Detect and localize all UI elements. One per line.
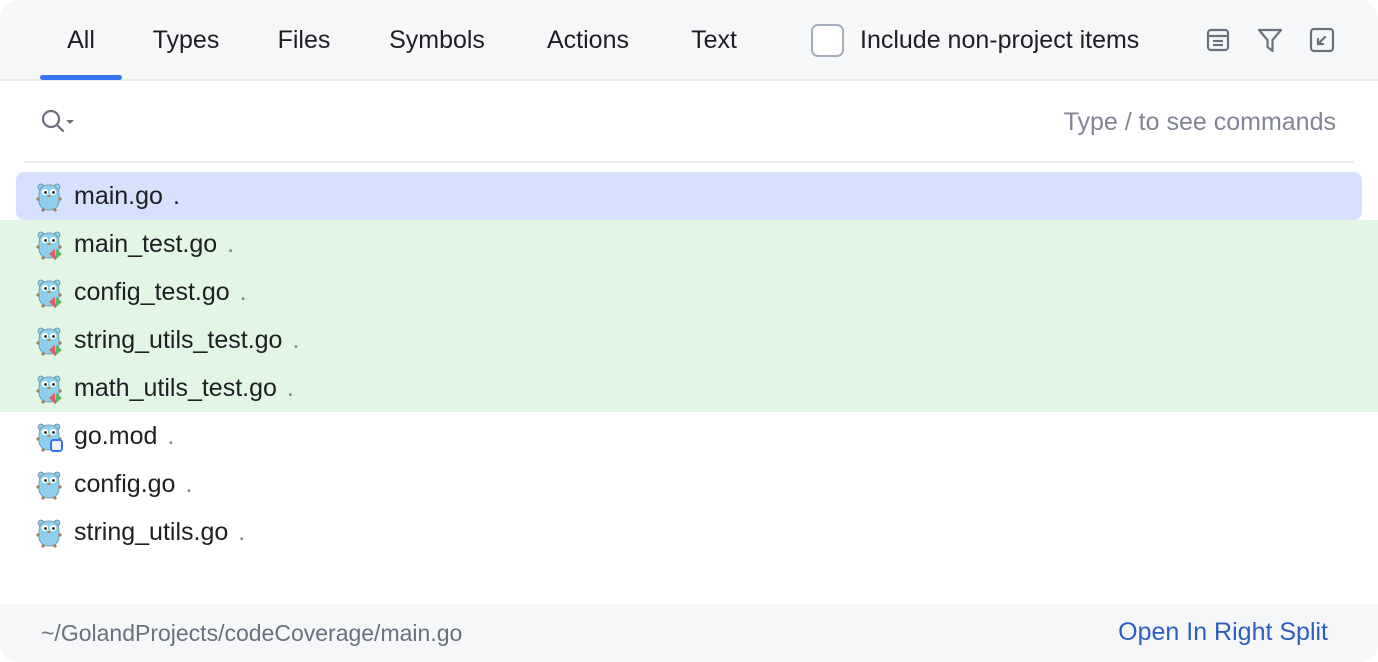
result-row[interactable]: string_utils_test.go. xyxy=(0,316,1378,364)
result-row[interactable]: config_test.go. xyxy=(0,268,1378,316)
search-icon[interactable] xyxy=(40,108,76,138)
tab-label: Actions xyxy=(547,25,629,54)
footer: ~/GolandProjects/codeCoverage/main.go Op… xyxy=(0,604,1378,662)
header: All Types Files Symbols Actions Text Inc… xyxy=(0,0,1378,81)
tab-label: Files xyxy=(277,25,331,54)
checkbox-box[interactable] xyxy=(811,24,844,57)
file-name-text: main_test.go xyxy=(74,229,218,258)
result-row[interactable]: math_utils_test.go. xyxy=(0,364,1378,412)
file-name-text: string_utils_test.go xyxy=(74,325,283,354)
file-path: ~/GolandProjects/codeCoverage/main.go xyxy=(41,620,463,646)
active-tab-indicator xyxy=(40,75,122,80)
result-row[interactable]: string_utils.go. xyxy=(0,508,1378,556)
tab-symbols[interactable]: Symbols xyxy=(376,0,498,80)
result-row[interactable]: config.go. xyxy=(0,460,1378,508)
result-row[interactable]: main.go. xyxy=(16,172,1362,220)
go-file-icon xyxy=(35,518,63,548)
file-name-text: main.go xyxy=(74,181,163,210)
tab-label: Types xyxy=(152,25,220,54)
collapse-icon[interactable] xyxy=(1307,25,1337,55)
file-name: string_utils.go. xyxy=(74,518,245,547)
go-test-file-icon xyxy=(35,326,63,356)
file-name: main_test.go. xyxy=(74,230,234,259)
tab-label: All xyxy=(67,25,95,54)
tab-types[interactable]: Types xyxy=(140,0,232,80)
results-list: main.go. main_test.go. config_test.go. stri… xyxy=(0,172,1378,556)
preview-icon[interactable] xyxy=(1203,25,1233,55)
file-name: config_test.go. xyxy=(74,278,247,307)
file-name-text: config.go xyxy=(74,469,176,498)
tab-all[interactable]: All xyxy=(40,0,122,80)
file-name-text: math_utils_test.go xyxy=(74,373,277,402)
go-test-file-icon xyxy=(35,278,63,308)
open-in-right-split-link[interactable]: Open In Right Split xyxy=(1118,618,1328,647)
go-test-file-icon xyxy=(35,374,63,404)
file-name: config.go. xyxy=(74,470,192,499)
file-name-text: string_utils.go xyxy=(74,517,229,546)
tab-actions[interactable]: Actions xyxy=(534,0,642,80)
file-name-text: config_test.go xyxy=(74,277,230,306)
result-row[interactable]: main_test.go. xyxy=(0,220,1378,268)
search-row xyxy=(24,83,1354,163)
file-name: go.mod. xyxy=(74,422,174,451)
file-location: . xyxy=(227,229,235,258)
search-input[interactable] xyxy=(90,99,1336,145)
file-name: main.go. xyxy=(74,182,180,211)
tab-label: Text xyxy=(691,25,737,54)
filter-icon[interactable] xyxy=(1255,25,1285,55)
go-file-icon xyxy=(35,470,63,500)
tab-label: Symbols xyxy=(389,25,485,54)
go-test-file-icon xyxy=(35,230,63,260)
file-name: math_utils_test.go. xyxy=(74,374,294,403)
tab-files[interactable]: Files xyxy=(268,0,340,80)
file-name-text: go.mod xyxy=(74,421,158,450)
tab-text[interactable]: Text xyxy=(678,0,750,80)
include-non-project-items-checkbox[interactable]: Include non-project items xyxy=(811,24,1139,57)
go-mod-file-icon xyxy=(35,422,63,452)
go-file-icon xyxy=(35,182,63,212)
file-location: . xyxy=(239,277,247,306)
file-location: . xyxy=(286,373,294,402)
file-name: string_utils_test.go. xyxy=(74,326,299,355)
checkbox-label: Include non-project items xyxy=(860,26,1140,54)
file-location: . xyxy=(185,469,193,498)
search-everywhere-popup: All Types Files Symbols Actions Text Inc… xyxy=(0,0,1378,662)
file-location: . xyxy=(167,421,175,450)
file-location: . xyxy=(292,325,300,354)
file-location: . xyxy=(172,181,180,210)
result-row[interactable]: go.mod. xyxy=(0,412,1378,460)
file-location: . xyxy=(238,517,246,546)
